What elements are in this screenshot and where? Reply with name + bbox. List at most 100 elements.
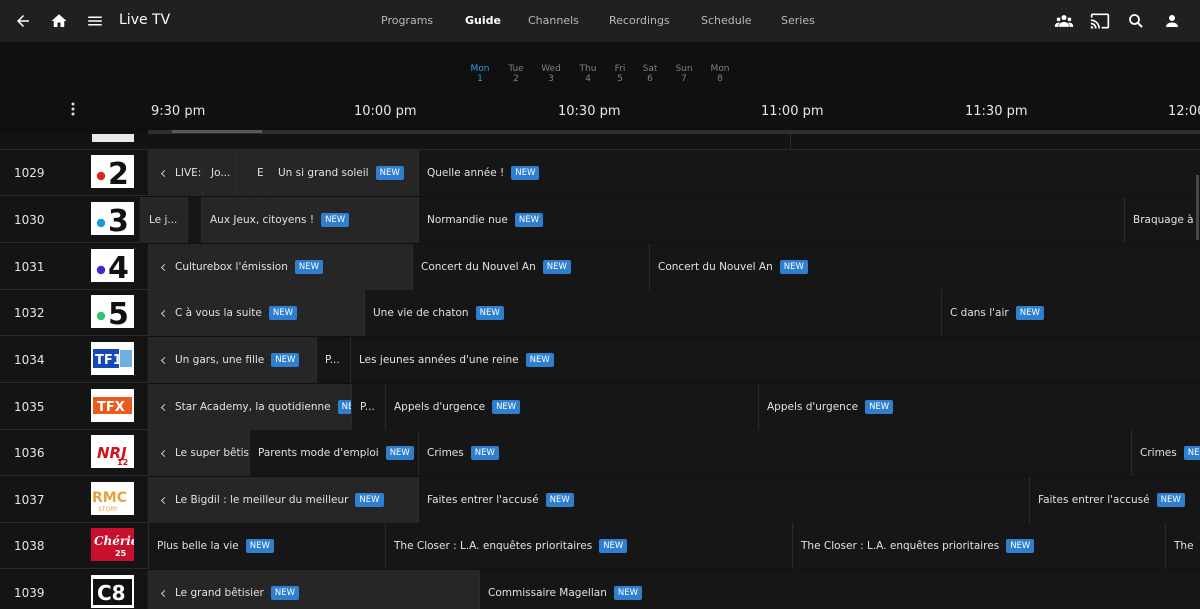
more-vert-icon[interactable]	[64, 100, 82, 118]
timeline-scroll-thumb[interactable]	[172, 130, 262, 133]
svg-text:4: 4	[108, 251, 129, 282]
program-cell[interactable]: Crimes NEW	[418, 430, 1131, 476]
tab-channels[interactable]: Channels	[528, 14, 579, 27]
program-cell[interactable]	[236, 150, 250, 196]
program-title: Appels d'urgence	[394, 401, 486, 413]
tab-programs[interactable]: Programs	[381, 14, 433, 27]
program-cell[interactable]: Le grand bêtisier NEW	[148, 570, 479, 609]
new-badge: NEW	[375, 166, 404, 180]
program-cell[interactable]: Quelle année ! NEW	[418, 150, 1200, 196]
channel-row: 1039 C8 Le grand bêtisier NEW Commissaire…	[0, 570, 1200, 609]
time-slot-label: 9:30 pm	[151, 104, 206, 119]
day-sun-7[interactable]: Sun 7	[664, 64, 704, 84]
channel-logo-france-4[interactable]: 4	[91, 249, 134, 282]
channel-row: 1030 3 Le j... Aux Jeux, citoyens ! NEW N…	[0, 197, 1200, 243]
day-wed-3[interactable]: Wed 3	[531, 64, 571, 84]
channel-logo-tf1-series-films[interactable]: TF1	[91, 342, 134, 375]
program-cell[interactable]: Faites entrer l'accusé NEW	[418, 477, 1029, 523]
home-icon[interactable]	[47, 9, 71, 33]
program-cell[interactable]: Les jeunes années d'une reine NEW	[350, 337, 1200, 383]
time-slot-label: 12:00 am	[1168, 104, 1200, 119]
new-badge: NEW	[511, 166, 540, 180]
program-title: Crimes	[1140, 447, 1177, 459]
new-badge: NEW	[865, 400, 894, 414]
search-icon[interactable]	[1124, 9, 1148, 33]
users-icon[interactable]	[1052, 9, 1076, 33]
channel-number: 1039	[14, 586, 45, 600]
day-name: Mon	[710, 64, 730, 74]
program-title: LIVE: J	[175, 167, 202, 179]
channel-logo-france-2[interactable]: 2	[91, 155, 134, 188]
program-cell[interactable]: Le super bêtisier	[148, 430, 249, 476]
program-cell[interactable]: Normandie nue NEW	[418, 197, 1124, 243]
program-cell[interactable]: C dans l'air NEW	[941, 290, 1200, 336]
program-cell[interactable]: Crimes NEW	[1131, 430, 1200, 476]
program-cell[interactable]: Le Bigdil : le meilleur du meilleur NEW	[148, 477, 418, 523]
program-cell[interactable]: Une vie de chaton NEW	[364, 290, 941, 336]
program-cell[interactable]: Concert du Nouvel An NEW	[649, 244, 1200, 290]
program-cell[interactable]: E	[250, 150, 269, 196]
program-cell[interactable]: Le j...	[140, 197, 187, 243]
tab-recordings[interactable]: Recordings	[609, 14, 670, 27]
new-badge: NEW	[1015, 306, 1044, 320]
channel-logo-nrj12[interactable]: NRJ 12	[91, 435, 134, 468]
channel-logo-c8[interactable]: C8	[91, 575, 134, 608]
channel-logo-tfx[interactable]: TFX	[91, 389, 134, 422]
tab-guide[interactable]: Guide	[465, 14, 501, 27]
chevron-left-icon	[160, 403, 169, 411]
new-badge: NEW	[475, 306, 504, 320]
day-mon-8[interactable]: Mon 8	[700, 64, 740, 84]
program-cell[interactable]: Commissaire Magellan NEW	[479, 570, 1200, 609]
program-title: Parents mode d'emploi	[258, 447, 379, 459]
tab-schedule[interactable]: Schedule	[701, 14, 752, 27]
program-cell[interactable]: Un gars, une fille NEW	[148, 337, 316, 383]
channel-logo-france-3[interactable]: 3	[91, 202, 134, 235]
program-cell[interactable]: Culturebox l'émission NEW	[148, 244, 412, 290]
program-cell[interactable]: P...	[351, 384, 385, 430]
time-slot-label: 10:00 pm	[354, 104, 417, 119]
channel-logo-cherie-25[interactable]: Chérie 25	[91, 528, 134, 561]
program-cell[interactable]: The Closer : L.A. enquêtes prioritaires N…	[385, 523, 792, 569]
program-title: The	[1174, 540, 1194, 552]
program-cell[interactable]: Appels d'urgence NEW	[758, 384, 1200, 430]
day-number: 8	[717, 74, 723, 84]
program-cell[interactable]: Plus belle la vie NEW	[148, 523, 385, 569]
tab-series[interactable]: Series	[781, 14, 815, 27]
program-cell[interactable]: P...	[316, 337, 350, 383]
svg-text:Chérie: Chérie	[94, 534, 134, 548]
program-cell[interactable]: Parents mode d'emploi NEW	[249, 430, 418, 476]
user-icon[interactable]	[1160, 9, 1184, 33]
program-cell[interactable]: Braquage à l	[1124, 197, 1200, 243]
program-title: Braquage à l	[1133, 214, 1200, 226]
new-badge: NEW	[779, 260, 808, 274]
cast-icon[interactable]	[1088, 9, 1112, 33]
program-cell[interactable]: Concert du Nouvel An NEW	[412, 244, 649, 290]
program-cell[interactable]: The	[1165, 523, 1200, 569]
program-cell[interactable]: Un si grand soleil NEW	[269, 150, 418, 196]
channel-logo-rmc-story[interactable]: RMC STORY	[91, 482, 134, 515]
vertical-scrollbar[interactable]	[1196, 175, 1199, 240]
menu-icon[interactable]	[83, 9, 107, 33]
new-badge: NEW	[245, 539, 274, 553]
new-badge: NEW	[599, 539, 628, 553]
program-cell[interactable]: Aux Jeux, citoyens ! NEW	[201, 197, 418, 243]
day-tue-2[interactable]: Tue 2	[496, 64, 536, 84]
program-cell[interactable]: LIVE: J	[148, 150, 202, 196]
program-cell[interactable]: Appels d'urgence NEW	[385, 384, 758, 430]
day-name: Wed	[541, 64, 561, 74]
new-badge: NEW	[470, 446, 499, 460]
new-badge: NEW	[1006, 539, 1035, 553]
program-cell[interactable]: Star Academy, la quotidienne NEW	[148, 384, 351, 430]
program-cell[interactable]: Faites entrer l'accusé NEW	[1029, 477, 1200, 523]
day-mon-1[interactable]: Mon 1	[460, 64, 500, 84]
back-arrow-icon[interactable]	[11, 9, 35, 33]
program-cell[interactable]: Jo...	[202, 150, 236, 196]
day-number: 3	[548, 74, 554, 84]
channel-row: 1032 5 C à vous la suite NEW Une vie de c…	[0, 290, 1200, 336]
program-cell[interactable]: C à vous la suite NEW	[148, 290, 364, 336]
day-number: 7	[681, 74, 687, 84]
channel-logo-france-5[interactable]: 5	[91, 295, 134, 328]
chevron-left-icon	[160, 449, 169, 457]
program-cell[interactable]: The Closer : L.A. enquêtes prioritaires N…	[792, 523, 1165, 569]
program-cell[interactable]	[187, 197, 201, 243]
